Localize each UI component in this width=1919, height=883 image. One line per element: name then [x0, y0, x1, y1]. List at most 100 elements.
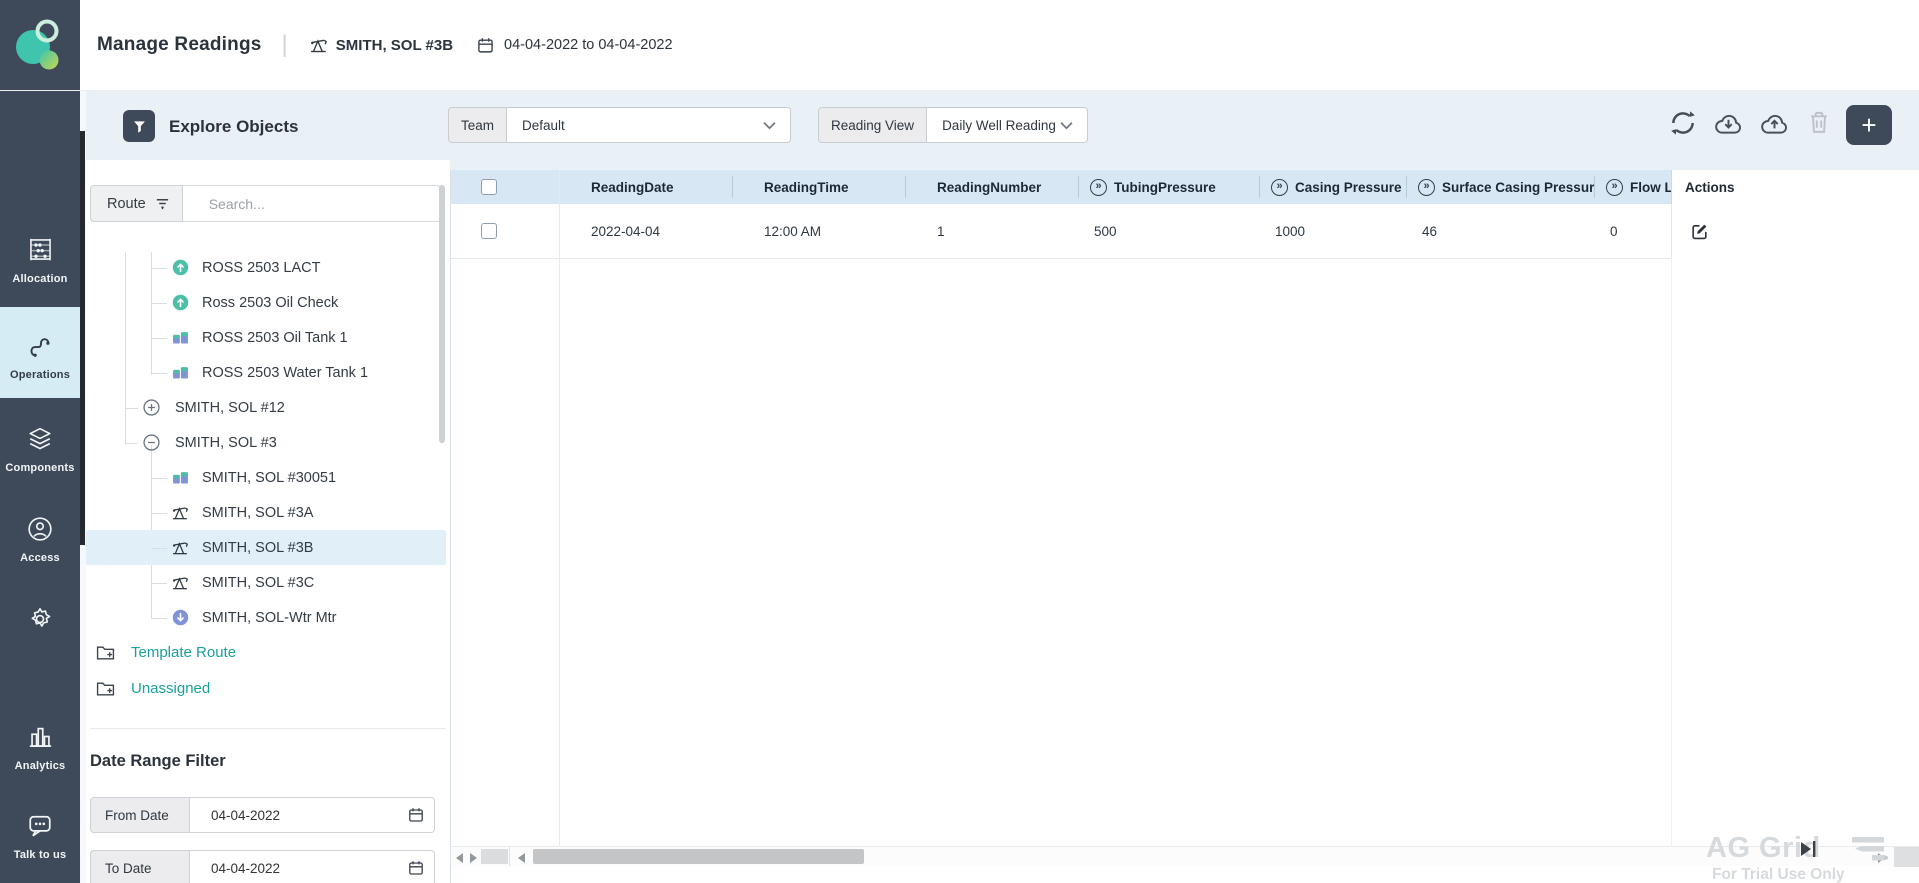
watermark-cursor-icon: [1799, 840, 1821, 858]
reading-view-label: Reading View: [818, 107, 927, 143]
sidebar-item-label: Analytics: [0, 760, 80, 772]
template-route-link[interactable]: Template Route: [96, 636, 236, 669]
column-expand-icon[interactable]: »: [1418, 179, 1435, 196]
column-header-surfacecasingpressure[interactable]: »Surface Casing Pressure: [1406, 170, 1594, 204]
route-icon: [0, 333, 80, 364]
from-date-input[interactable]: [209, 807, 323, 824]
readings-grid: ReadingDate ReadingTime ReadingNumber »T…: [450, 170, 1919, 883]
sidebar-settings-button[interactable]: [0, 604, 80, 638]
grid-data-row[interactable]: 2022-04-04 12:00 AM 1 500 1000 46 0: [451, 204, 1671, 259]
tree-item[interactable]: SMITH, SOL #12: [86, 390, 446, 425]
sidebar-scrollbar-thumb[interactable]: [80, 131, 85, 545]
chevron-down-icon: [763, 121, 776, 130]
expand-plus-icon[interactable]: [143, 399, 160, 416]
add-reading-button[interactable]: +: [1846, 105, 1892, 145]
logo-icon: [14, 16, 66, 74]
tree-item-selected[interactable]: SMITH, SOL #3B: [86, 530, 446, 565]
calendar-icon[interactable]: [408, 860, 424, 876]
column-expand-icon[interactable]: »: [1271, 179, 1288, 196]
tree-item[interactable]: SMITH, SOL #3: [86, 425, 446, 460]
tree-item[interactable]: SMITH, SOL #30051: [86, 460, 446, 495]
to-date-control: To Date: [90, 850, 435, 883]
cell-surfacecasingpressure: 46: [1406, 204, 1594, 258]
pumpjack-icon: [310, 36, 328, 54]
upload-button[interactable]: [1759, 110, 1790, 137]
explore-filter-button[interactable]: [123, 110, 155, 142]
column-expand-icon[interactable]: »: [1606, 179, 1623, 196]
scroll-left-arrow[interactable]: [456, 853, 463, 863]
tree-item[interactable]: Ross 2503 Oil Check: [86, 285, 446, 320]
team-label: Team: [448, 107, 507, 143]
pinned-scrollbar-thumb[interactable]: [481, 849, 508, 864]
app-logo[interactable]: [0, 0, 80, 90]
tree-item[interactable]: SMITH, SOL #3C: [86, 565, 446, 600]
scroll-left-arrow[interactable]: [518, 853, 525, 863]
column-header-tubingpressure[interactable]: »TubingPressure: [1078, 170, 1259, 204]
team-select[interactable]: Default: [507, 107, 791, 143]
sidebar-item-label: Talk to us: [0, 849, 80, 861]
panel-scrollbar-thumb[interactable]: [439, 185, 445, 443]
explore-panel: Route ROSS 2503 LACT Ross 2503 Oil Check…: [86, 160, 450, 883]
tree-item[interactable]: SMITH, SOL-Wtr Mtr: [86, 600, 446, 635]
sidebar-item-talk-to-us[interactable]: Talk to us: [0, 802, 80, 868]
top-header: Manage Readings | SMITH, SOL #3B 04-04-2…: [0, 0, 1919, 91]
column-expand-icon[interactable]: »: [1090, 179, 1107, 196]
horizontal-scrollbar[interactable]: [451, 846, 1919, 866]
filter-lines-icon: [155, 196, 170, 211]
folder-plus-icon: [96, 680, 115, 697]
ag-grid-logo-icon: [1838, 836, 1888, 867]
sidebar-item-components[interactable]: Components: [0, 415, 80, 483]
select-all-cell: [451, 170, 559, 204]
row-checkbox[interactable]: [481, 223, 497, 239]
sidebar-item-operations[interactable]: Operations: [0, 307, 80, 398]
pumpjack-icon: [172, 539, 189, 556]
date-range-filter-title: Date Range Filter: [90, 752, 226, 771]
water-meter-icon: [172, 609, 189, 626]
sidebar-item-analytics[interactable]: Analytics: [0, 712, 80, 778]
calendar-icon[interactable]: [408, 807, 424, 823]
download-button[interactable]: [1713, 110, 1744, 137]
select-all-checkbox[interactable]: [481, 179, 497, 195]
collapse-minus-icon[interactable]: [143, 434, 160, 451]
cloud-upload-icon: [1759, 110, 1790, 137]
column-header-readingdate[interactable]: ReadingDate: [559, 170, 732, 204]
tank-icon: [172, 364, 189, 381]
app-root: Manage Readings | SMITH, SOL #3B 04-04-2…: [0, 0, 1919, 883]
column-header-flowline[interactable]: »Flow Line: [1594, 170, 1671, 204]
sidebar-item-allocation[interactable]: Allocation: [0, 225, 80, 297]
tank-icon: [172, 469, 189, 486]
unassigned-link[interactable]: Unassigned: [96, 672, 210, 705]
column-header-actions: Actions: [1671, 170, 1919, 204]
cell-casingpressure: 1000: [1259, 204, 1406, 258]
delete-button[interactable]: [1808, 110, 1830, 135]
route-filter-button[interactable]: Route: [90, 185, 183, 222]
pinned-left-border: [559, 170, 560, 846]
tree-search-input[interactable]: [183, 186, 440, 221]
refresh-button[interactable]: [1669, 109, 1697, 137]
horizontal-scrollbar-thumb[interactable]: [533, 849, 864, 864]
tree-item[interactable]: ROSS 2503 Oil Tank 1: [86, 320, 446, 355]
cell-flowline: 0: [1594, 204, 1671, 258]
layers-icon: [0, 426, 80, 457]
person-circle-icon: [0, 516, 80, 547]
sidebar-item-access[interactable]: Access: [0, 505, 80, 571]
edit-row-button[interactable]: [1690, 222, 1709, 241]
column-header-readingtime[interactable]: ReadingTime: [732, 170, 905, 204]
tree-item[interactable]: ROSS 2503 Water Tank 1: [86, 355, 446, 390]
tree-search: [183, 185, 441, 222]
column-header-readingnumber[interactable]: ReadingNumber: [905, 170, 1078, 204]
tree-item[interactable]: ROSS 2503 LACT: [86, 250, 446, 285]
cell-readingtime: 12:00 AM: [732, 204, 905, 258]
scroll-right-arrow[interactable]: [470, 853, 477, 863]
header-date-range: 04-04-2022 to 04-04-2022: [504, 37, 673, 53]
sidebar-item-label: Components: [0, 462, 80, 474]
to-date-input[interactable]: [209, 860, 323, 877]
scrollbar-divider: [509, 847, 510, 866]
tree-item[interactable]: SMITH, SOL #3A: [86, 495, 446, 530]
gear-icon: [0, 606, 80, 637]
reading-view-select[interactable]: Daily Well Reading: [927, 107, 1088, 143]
column-header-casingpressure[interactable]: »Casing Pressure: [1259, 170, 1406, 204]
team-selected-value: Default: [522, 118, 565, 133]
pumpjack-icon: [172, 504, 189, 521]
calendar-icon: [477, 37, 494, 54]
